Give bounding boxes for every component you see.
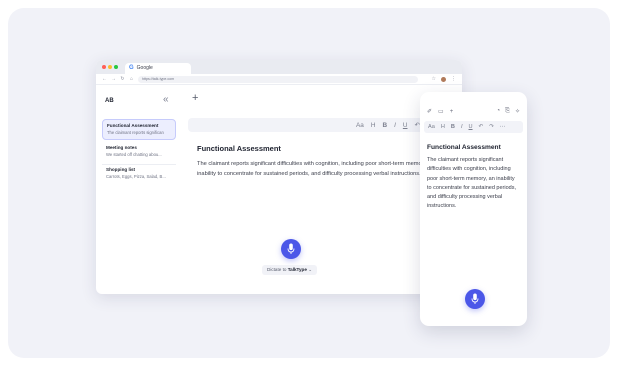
back-icon[interactable]: ← [102,76,107,82]
double-chevron-left-icon[interactable]: « [163,94,169,105]
font-size-button[interactable]: Aa [356,122,364,129]
bold-button[interactable]: B [382,122,387,129]
note-title: Functional Assessment [107,123,159,128]
sidebar: AB « Functional Assessment The claimant … [96,85,182,294]
italic-button[interactable]: I [461,124,463,130]
google-logo-icon: G [129,65,134,71]
document-body[interactable]: The claimant reports significant difficu… [197,160,447,179]
mobile-document-title[interactable]: Functional Assessment [427,144,501,151]
address-bar-row: ← → ↻ ⌂ https://talk-type.com ☆ ⋮ [96,74,462,85]
new-note-plus-icon[interactable]: + [192,92,198,104]
tab-bar: G Google [96,60,462,74]
mobile-document-body[interactable]: The claimant reports significant difficu… [427,156,520,212]
note-snippet: The claimant reports significan [107,130,164,135]
close-window-button[interactable] [102,65,106,69]
underline-button[interactable]: U [403,122,408,129]
note-item-shopping-list[interactable]: Shopping list Carrots, Eggs, Pizza, Sala… [102,164,176,185]
redo-icon[interactable]: ↷ [489,124,494,130]
microphone-icon [287,243,295,254]
note-title: Shopping list [106,167,136,172]
dictate-to-talktype-dropdown[interactable]: Dictate to TalkType ⌄ [262,265,318,275]
more-icon[interactable]: ⋯ [500,124,506,130]
document-title[interactable]: Functional Assessment [197,144,281,153]
export-icon[interactable]: ⎘ [505,108,510,115]
home-icon[interactable]: ⌂ [129,76,134,82]
font-size-button[interactable]: Aa [428,124,435,130]
note-item-meeting-notes[interactable]: Meeting notes We started off chatting ab… [102,142,176,163]
note-item-functional-assessment[interactable]: Functional Assessment The claimant repor… [102,119,176,140]
browser-menu-icon[interactable]: ⋮ [451,76,456,82]
pin-icon[interactable]: ✐ [427,108,432,115]
note-title: Meeting notes [106,145,137,150]
bold-button[interactable]: B [451,124,455,130]
heading-button[interactable]: H [371,122,376,129]
browser-window: G Google ← → ↻ ⌂ https://talk-type.com ☆ … [96,60,462,294]
talktype-app: AB « Functional Assessment The claimant … [96,85,462,294]
minimize-window-button[interactable] [108,65,112,69]
note-snippet: Carrots, Eggs, Pizza, Salad, B... [106,174,166,179]
italic-button[interactable]: I [394,122,396,129]
browser-tab[interactable]: G Google [125,63,191,74]
tab-title: Google [136,65,153,71]
dictate-mic-button[interactable] [281,239,301,259]
url-field[interactable]: https://talk-type.com [138,75,418,83]
underline-button[interactable]: U [469,124,473,130]
mobile-top-bar: ✐ ▭ + ◔ ⎘ ✧ [427,108,520,115]
reload-icon[interactable]: ↻ [120,76,125,82]
user-initials-avatar[interactable]: AB [105,98,114,104]
speech-to-text-icon[interactable]: ◔ [497,108,501,115]
note-snippet: We started off chatting abou... [106,152,162,157]
dictate-brand: TalkType [287,267,307,272]
profile-avatar[interactable] [441,76,446,82]
forward-icon[interactable]: → [111,76,116,82]
new-note-plus-icon[interactable]: + [450,109,454,115]
maximize-window-button[interactable] [114,65,118,69]
microphone-icon [471,293,479,304]
chevron-down-icon: ⌄ [308,267,313,272]
mobile-formatting-toolbar: Aa H B I U ↶ ↷ ⋯ [424,121,523,133]
magic-icon[interactable]: ✧ [515,108,520,115]
undo-icon[interactable]: ↶ [479,124,484,130]
mobile-dictate-mic-button[interactable] [465,289,485,309]
heading-button[interactable]: H [441,124,445,130]
dictate-prefix: Dictate to [267,267,288,272]
bookmark-star-icon[interactable]: ☆ [432,76,436,82]
sidebar-toggle-icon[interactable]: ▭ [438,108,444,115]
